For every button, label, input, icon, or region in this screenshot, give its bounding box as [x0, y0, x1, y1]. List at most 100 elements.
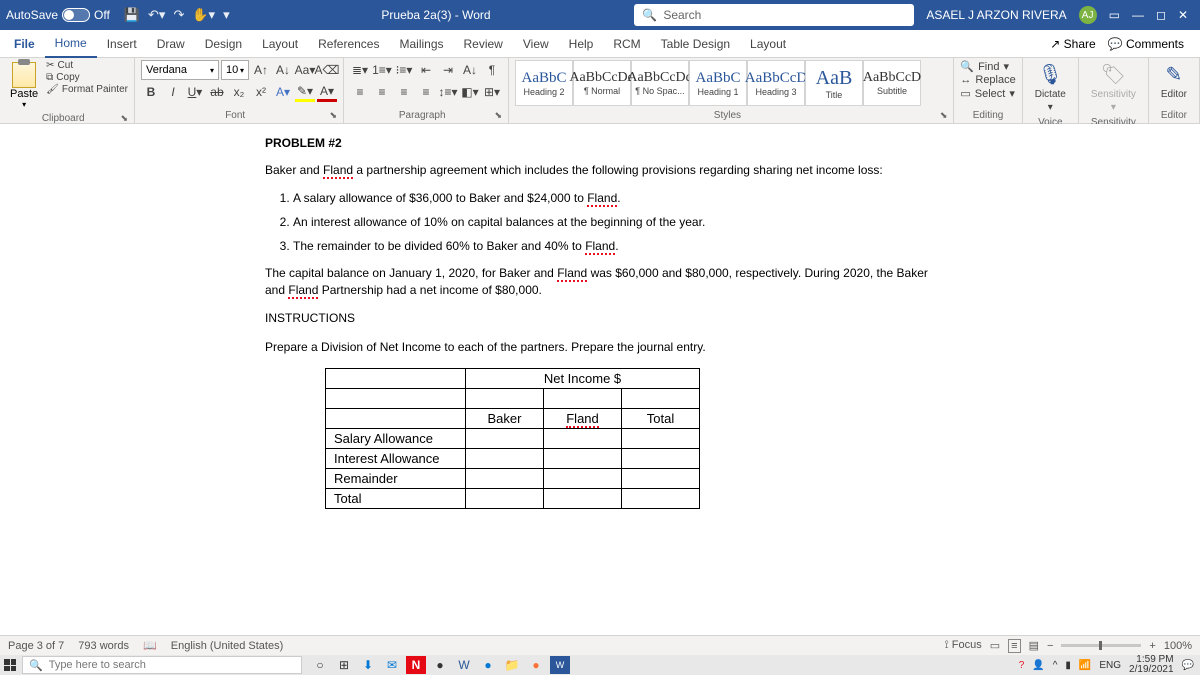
bullets-icon[interactable]: ≣▾ — [350, 60, 370, 80]
increase-indent-icon[interactable]: ⇥ — [438, 60, 458, 80]
save-icon[interactable]: 💾 — [124, 7, 140, 23]
numbering-icon[interactable]: 1≡▾ — [372, 60, 392, 80]
show-marks-icon[interactable]: ¶ — [482, 60, 502, 80]
zoom-slider[interactable] — [1061, 644, 1141, 647]
focus-button[interactable]: ⟟ Focus — [945, 639, 982, 652]
borders-icon[interactable]: ⊞▾ — [482, 82, 502, 102]
align-right-icon[interactable]: ≡ — [394, 82, 414, 102]
style-item[interactable]: AaBbCHeading 1 — [689, 60, 747, 106]
word-icon[interactable]: W — [454, 656, 474, 674]
italic-button[interactable]: I — [163, 82, 183, 102]
find-button[interactable]: 🔍 Find ▾ — [960, 60, 1015, 73]
strike-button[interactable]: ab — [207, 82, 227, 102]
font-size-combo[interactable]: 10▾ — [221, 60, 249, 80]
sort-icon[interactable]: A↓ — [460, 60, 480, 80]
decrease-indent-icon[interactable]: ⇤ — [416, 60, 436, 80]
avatar[interactable]: AJ — [1079, 6, 1097, 24]
style-item[interactable]: AaBTitle — [805, 60, 863, 106]
dictate-button[interactable]: 🎙Dictate▾ — [1029, 60, 1072, 115]
clear-format-icon[interactable]: A⌫ — [317, 60, 337, 80]
font-name-combo[interactable]: Verdana▾ — [141, 60, 219, 80]
customize-icon[interactable]: ▾ — [223, 7, 230, 23]
redo-icon[interactable]: ↷ — [173, 7, 184, 23]
tab-draw[interactable]: Draw — [147, 30, 195, 58]
paste-button[interactable]: Paste ▾ — [6, 60, 42, 111]
align-left-icon[interactable]: ≡ — [350, 82, 370, 102]
print-layout-icon[interactable]: ≡ — [1008, 639, 1020, 653]
sensitivity-button[interactable]: 🏷Sensitivity▾ — [1085, 60, 1142, 115]
style-item[interactable]: AaBbCcDHeading 3 — [747, 60, 805, 106]
tab-rcm[interactable]: RCM — [603, 30, 650, 58]
select-button[interactable]: ▭ Select ▾ — [960, 87, 1015, 100]
tab-layout[interactable]: Layout — [252, 30, 308, 58]
word-running-icon[interactable]: W — [550, 656, 570, 674]
comments-button[interactable]: 💬 Comments — [1108, 37, 1184, 51]
shading-icon[interactable]: ◧▾ — [460, 82, 480, 102]
tab-home[interactable]: Home — [45, 30, 97, 58]
style-item[interactable]: AaBbCcDd¶ Normal — [573, 60, 631, 106]
launcher-icon[interactable]: ⬊ — [940, 110, 948, 121]
launcher-icon[interactable]: ⬊ — [120, 113, 128, 124]
taskbar-search[interactable]: 🔍Type here to search — [22, 656, 302, 674]
task-view-icon[interactable]: ⊞ — [334, 656, 354, 674]
subscript-button[interactable]: x₂ — [229, 82, 249, 102]
word-count[interactable]: 793 words — [78, 640, 129, 652]
tray-chevron-icon[interactable]: ^ — [1053, 660, 1058, 671]
zoom-out-icon[interactable]: − — [1047, 640, 1053, 652]
people-icon[interactable]: 👤 — [1032, 660, 1044, 671]
start-button[interactable] — [0, 655, 20, 675]
touch-mode-icon[interactable]: ✋▾ — [192, 7, 215, 23]
chrome-icon[interactable]: ● — [430, 656, 450, 674]
cut-button[interactable]: ✂Cut — [46, 60, 128, 71]
style-item[interactable]: AaBbCcDd¶ No Spac... — [631, 60, 689, 106]
app-icon[interactable]: ⬇ — [358, 656, 378, 674]
firefox-icon[interactable]: ● — [526, 656, 546, 674]
net-income-table[interactable]: Net Income $ BakerFlandTotal Salary Allo… — [325, 368, 700, 509]
help-icon[interactable]: ? — [1019, 660, 1025, 671]
read-mode-icon[interactable]: ▭ — [990, 639, 1000, 652]
superscript-button[interactable]: x² — [251, 82, 271, 102]
tab-mailings[interactable]: Mailings — [389, 30, 453, 58]
lang-indicator[interactable]: ENG — [1099, 660, 1121, 671]
wifi-icon[interactable]: 📶 — [1079, 660, 1091, 671]
close-icon[interactable]: ✕ — [1178, 8, 1188, 22]
change-case-icon[interactable]: Aa▾ — [295, 60, 315, 80]
launcher-icon[interactable]: ⬊ — [329, 110, 337, 121]
tab-review[interactable]: Review — [454, 30, 513, 58]
underline-button[interactable]: U▾ — [185, 82, 205, 102]
launcher-icon[interactable]: ⬊ — [494, 110, 502, 121]
replace-button[interactable]: ↔ Replace — [960, 74, 1015, 86]
format-painter-button[interactable]: 🖌Format Painter — [46, 84, 128, 95]
app-icon[interactable]: N — [406, 656, 426, 674]
align-center-icon[interactable]: ≡ — [372, 82, 392, 102]
ribbon-display-icon[interactable]: ▭ — [1109, 8, 1120, 22]
line-spacing-icon[interactable]: ↕≡▾ — [438, 82, 458, 102]
battery-icon[interactable]: ▮ — [1065, 660, 1071, 671]
copy-button[interactable]: ⧉Copy — [46, 72, 128, 83]
increase-font-icon[interactable]: A↑ — [251, 60, 271, 80]
share-button[interactable]: ↗ Share — [1050, 37, 1095, 51]
clock[interactable]: 1:59 PM2/19/2021 — [1129, 655, 1174, 675]
tab-references[interactable]: References — [308, 30, 389, 58]
edge-icon[interactable]: ● — [478, 656, 498, 674]
mail-icon[interactable]: ✉ — [382, 656, 402, 674]
bold-button[interactable]: B — [141, 82, 161, 102]
page-indicator[interactable]: Page 3 of 7 — [8, 640, 64, 652]
zoom-level[interactable]: 100% — [1164, 640, 1192, 652]
style-item[interactable]: AaBbCHeading 2 — [515, 60, 573, 106]
tab-help[interactable]: Help — [559, 30, 604, 58]
search-box[interactable]: 🔍 Search — [634, 4, 914, 26]
minimize-icon[interactable]: — — [1132, 8, 1144, 22]
tab-table-design[interactable]: Table Design — [651, 30, 740, 58]
highlight-icon[interactable]: ✎▾ — [295, 82, 315, 102]
justify-icon[interactable]: ≡ — [416, 82, 436, 102]
tab-insert[interactable]: Insert — [97, 30, 147, 58]
web-layout-icon[interactable]: ▤ — [1029, 639, 1039, 652]
styles-gallery[interactable]: AaBbCHeading 2AaBbCcDd¶ NormalAaBbCcDd¶ … — [515, 60, 947, 108]
tab-file[interactable]: File — [4, 30, 45, 58]
text-effects-icon[interactable]: A▾ — [273, 82, 293, 102]
font-color-icon[interactable]: A▾ — [317, 82, 337, 102]
zoom-in-icon[interactable]: + — [1149, 640, 1155, 652]
undo-icon[interactable]: ↶▾ — [148, 7, 165, 23]
tab-table-layout[interactable]: Layout — [740, 30, 796, 58]
